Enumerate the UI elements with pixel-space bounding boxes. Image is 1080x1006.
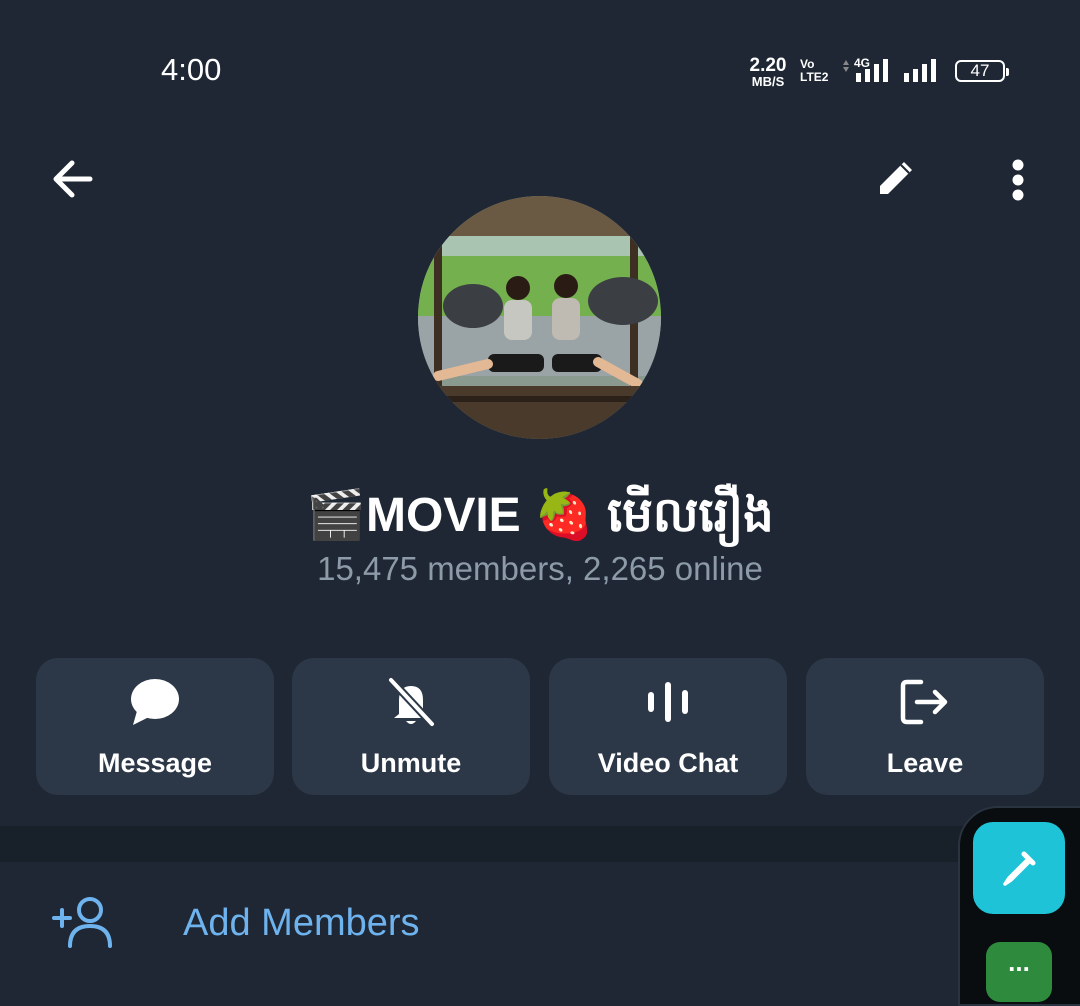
message-bubble-icon [131, 679, 179, 725]
unmute-label: Unmute [360, 748, 462, 778]
network-type-label: 4G [854, 56, 870, 70]
member-count: 15,475 members, 2,265 online [317, 550, 763, 587]
message-button[interactable]: Message [36, 658, 274, 795]
network-speed-unit: MB/S [751, 74, 785, 89]
leave-button[interactable]: Leave [806, 658, 1044, 795]
more-fab-button[interactable]: ... [986, 942, 1052, 1002]
eyedropper-button[interactable] [973, 822, 1065, 914]
unmute-button[interactable]: Unmute [292, 658, 530, 795]
clock: 4:00 [161, 52, 222, 87]
group-title: 🎬MOVIE 🍓 មើលរឿង [306, 489, 774, 542]
more-menu-button[interactable] [994, 150, 1042, 210]
volte-line2: LTE2 [800, 70, 829, 84]
pencil-icon [880, 162, 912, 194]
group-avatar[interactable] [418, 196, 661, 439]
more-vertical-icon [1012, 159, 1024, 201]
add-user-icon [52, 897, 112, 948]
network-speed-value: 2.20 [749, 55, 787, 76]
video-chat-button[interactable]: Video Chat [549, 658, 787, 795]
signal-4g-icon: 4G [843, 56, 888, 82]
network-speed: 2.20 MB/S [746, 56, 790, 88]
section-divider [0, 826, 1080, 862]
edit-button[interactable] [866, 148, 926, 208]
status-bar: 4:00 2.20 MB/S Vo LTE2 4G 47 [0, 0, 1080, 140]
add-members-label: Add Members [183, 902, 420, 944]
signal-icon [904, 59, 936, 82]
voice-bars-icon [648, 682, 688, 722]
arrow-left-icon [53, 160, 93, 198]
bell-off-icon [388, 677, 435, 727]
volte-indicator: Vo LTE2 [800, 58, 828, 84]
leave-label: Leave [886, 748, 964, 778]
add-members-row[interactable]: Add Members [0, 862, 1080, 988]
avatar-photo [418, 196, 661, 439]
eyedropper-icon [1003, 851, 1036, 886]
volte-line1: Vo [800, 57, 815, 71]
battery-icon: 47 [955, 60, 1009, 82]
back-button[interactable] [40, 148, 102, 210]
message-label: Message [97, 748, 213, 778]
video-chat-label: Video Chat [597, 748, 739, 778]
leave-icon [900, 679, 948, 725]
